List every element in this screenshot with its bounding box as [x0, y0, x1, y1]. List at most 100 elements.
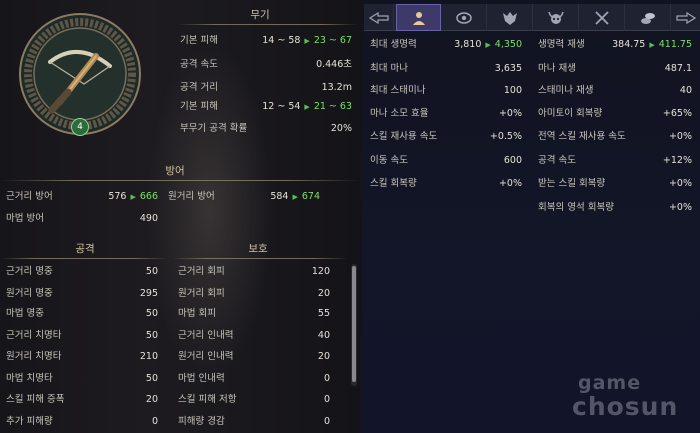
- protection-stat-row: 피해량 경감 0: [178, 414, 330, 430]
- tab-eye[interactable]: [442, 4, 487, 31]
- protection-stat-row: 마법 회피 55: [178, 306, 330, 322]
- protection-section-divider: [172, 258, 348, 259]
- stat-label: 공격 속도: [180, 59, 218, 70]
- stat-value: 20: [145, 394, 158, 405]
- tab-beast[interactable]: [488, 4, 533, 31]
- stat-label: 원거리 인내력: [178, 351, 234, 362]
- coins-icon: [641, 12, 655, 24]
- stat-label: 마법 방어: [6, 213, 44, 224]
- attack-stat-row: 근거리 명중 50: [6, 264, 158, 280]
- stat-label: 마법 치명타: [6, 373, 53, 384]
- stat-label: 추가 피해량: [6, 416, 53, 427]
- general-stat-row: 받는 스킬 회복량 +0%: [538, 176, 692, 192]
- tab-coins[interactable]: [626, 4, 671, 31]
- stat-value: 100: [503, 85, 522, 96]
- tab-character[interactable]: [396, 4, 441, 31]
- weapon-emblem[interactable]: 4: [14, 12, 146, 136]
- stat-value: 120: [311, 266, 330, 277]
- stat-label: 마나 재생: [538, 63, 576, 74]
- stat-label: 아미토이 회복량: [538, 108, 603, 119]
- general-stat-row: 스킬 회복량 +0%: [370, 176, 522, 192]
- stat-value: 40: [317, 330, 330, 341]
- general-stat-row: 마나 소모 효율 +0%: [370, 106, 522, 122]
- stat-value: 384.75 ▶ 411.75: [612, 39, 692, 50]
- watermark-line-2: chosun: [572, 392, 679, 421]
- general-stat-row: 전역 스킬 재사용 속도 +0%: [538, 129, 692, 145]
- beast-icon: [503, 11, 517, 25]
- stat-value: 50: [145, 373, 158, 384]
- stat-value: 576 ▶ 666: [108, 191, 158, 202]
- tab-combat[interactable]: [580, 4, 625, 31]
- protection-stat-row: 근거리 인내력 40: [178, 328, 330, 344]
- scrollbar-thumb[interactable]: [352, 266, 356, 382]
- eye-icon: [456, 11, 472, 24]
- stat-label: 원거리 회피: [178, 288, 225, 299]
- stat-label: 원거리 치명타: [6, 351, 62, 362]
- stat-value: +0%: [498, 178, 522, 189]
- stat-label: 스킬 피해 저항: [178, 394, 237, 405]
- stat-value: 20: [317, 288, 330, 299]
- weapon-stat-row: 부무기 공격 확률 20%: [180, 121, 352, 137]
- ranged-defense-row: 원거리 방어 584 ▶ 674: [168, 189, 320, 205]
- stat-value: +65%: [662, 108, 692, 119]
- stat-value: 55: [317, 308, 330, 319]
- stat-label: 근거리 회피: [178, 266, 225, 277]
- stat-label: 공격 속도: [538, 155, 576, 166]
- stat-label: 근거리 명중: [6, 266, 53, 277]
- stat-label: 마나 소모 효율: [370, 108, 429, 119]
- tab-prev[interactable]: [364, 4, 394, 31]
- attack-stat-row: 원거리 명중 295: [6, 286, 158, 302]
- stat-value: 0: [323, 394, 330, 405]
- stat-value: 50: [145, 308, 158, 319]
- crossbow-icon: [48, 49, 112, 114]
- stat-value: 487.1: [664, 63, 692, 74]
- protection-stat-row: 스킬 피해 저항 0: [178, 392, 330, 408]
- stat-label: 최대 마나: [370, 63, 408, 74]
- protection-section-title: 보호: [248, 243, 268, 255]
- stat-label: 스킬 회복량: [370, 178, 417, 189]
- stat-value: +0%: [668, 131, 692, 142]
- stat-value: 20: [317, 351, 330, 362]
- stat-value: 50: [145, 266, 158, 277]
- general-stat-row: 생명력 재생 384.75 ▶ 411.75: [538, 37, 692, 53]
- stat-label: 스킬 피해 증폭: [6, 394, 65, 405]
- weapon-stat-row: 공격 거리 13.2m: [180, 80, 352, 96]
- attack-stat-row: 마법 명중 50: [6, 306, 158, 322]
- stat-label: 스킬 재사용 속도: [370, 131, 438, 142]
- attack-stat-row: 원거리 치명타 210: [6, 349, 158, 365]
- defense-section-divider: [0, 180, 360, 181]
- stat-value: 490: [139, 213, 158, 224]
- general-stat-row: 최대 생명력 3,810 ▶ 4,350: [370, 37, 522, 53]
- stat-value: 3,810 ▶ 4,350: [454, 39, 522, 50]
- back-arrow-icon: [368, 11, 389, 24]
- weapon-stat-row: 기본 피해 14 ~ 58 ▶ 23 ~ 67: [180, 33, 352, 49]
- stat-value: +0.5%: [489, 131, 522, 142]
- magic-defense-row: 마법 방어 490: [6, 211, 158, 227]
- stat-value: +0%: [498, 108, 522, 119]
- protection-stat-row: 원거리 인내력 20: [178, 349, 330, 365]
- stat-value: 295: [139, 288, 158, 299]
- stat-label: 스태미나 재생: [538, 85, 594, 96]
- stats-scrollbar[interactable]: [351, 264, 357, 386]
- weapon-section-divider: [178, 24, 358, 25]
- stat-label: 마법 명중: [6, 308, 44, 319]
- stat-label: 이동 속도: [370, 155, 408, 166]
- stat-value: 3,635: [494, 63, 522, 74]
- stat-label: 회복의 영석 회복량: [538, 202, 614, 213]
- weapon-stat-row: 공격 속도 0.446초: [180, 57, 352, 73]
- tab-next[interactable]: [672, 4, 700, 31]
- tab-skull[interactable]: [534, 4, 579, 31]
- stat-label: 마법 인내력: [178, 373, 225, 384]
- weapon-stat-row: 기본 피해 12 ~ 54 ▶ 21 ~ 63: [180, 99, 352, 115]
- general-stat-row: 이동 속도 600: [370, 153, 522, 169]
- stat-label: 최대 스태미나: [370, 85, 426, 96]
- stat-label: 전역 스킬 재사용 속도: [538, 131, 626, 142]
- general-stat-row: 회복의 영석 회복량 +0%: [538, 200, 692, 216]
- attack-stat-row: 스킬 피해 증폭 20: [6, 392, 158, 408]
- stat-label: 근거리 치명타: [6, 330, 62, 341]
- stat-value: 600: [503, 155, 522, 166]
- protection-stat-row: 원거리 회피 20: [178, 286, 330, 302]
- protection-stat-row: 마법 인내력 0: [178, 371, 330, 387]
- stat-label: 부무기 공격 확률: [180, 123, 248, 134]
- stat-value: 14 ~ 58 ▶ 23 ~ 67: [262, 35, 352, 46]
